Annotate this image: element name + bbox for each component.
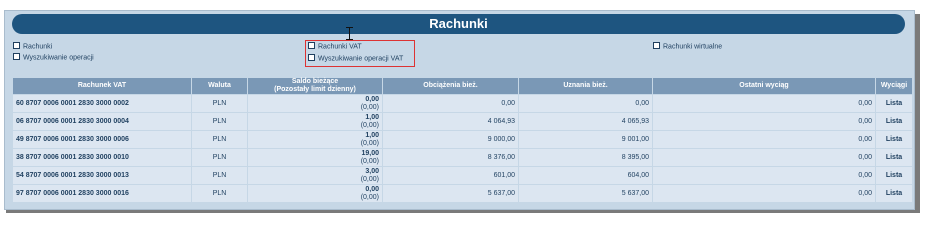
col-header-statements: Wyciągi	[876, 78, 912, 94]
col-header-balance[interactable]: Saldo bieżące (Pozostały limit dzienny)	[248, 78, 382, 94]
debits-value: 601,00	[383, 167, 518, 184]
table-row: 54 8707 0006 0001 2830 3000 0013 PLN 3,00(…	[13, 167, 912, 184]
statements-list-link[interactable]: Lista	[876, 131, 912, 148]
account-number[interactable]: 49 8707 0006 0001 2830 3000 0006	[13, 131, 191, 148]
last-statement-value: 0,00	[653, 113, 875, 130]
balance-cell: 1,00 (0,00)	[248, 131, 382, 148]
checkbox-icon	[653, 42, 660, 49]
table-row: 97 8707 0006 0001 2830 3000 0016 PLN 0,00(…	[13, 185, 912, 202]
col-header-currency[interactable]: Waluta	[192, 78, 247, 94]
daily-limit-value: (0,00)	[360, 139, 379, 147]
balance-cell: 0,00 (0,00)	[248, 185, 382, 202]
daily-limit-value: (0,00)	[360, 157, 379, 165]
table-row: 38 8707 0006 0001 2830 3000 0010 PLN 19,00…	[13, 149, 912, 166]
balance-value: 0,00	[365, 95, 379, 103]
last-statement-value: 0,00	[653, 167, 875, 184]
credits-value: 604,00	[519, 167, 652, 184]
balance-cell: 0,00 (0,00)	[248, 95, 382, 112]
checkbox-icon	[13, 53, 20, 60]
balance-value: 1,00	[365, 131, 379, 139]
currency: PLN	[192, 149, 247, 166]
balance-value: 0,00	[365, 185, 379, 193]
link-rachunki[interactable]: Rachunki	[13, 42, 53, 51]
table-row: 06 8707 0006 0001 2830 3000 0004 PLN 1,00(…	[13, 113, 912, 130]
balance-value: 1,00	[365, 113, 379, 121]
col-header-last-statement[interactable]: Ostatni wyciąg	[653, 78, 875, 94]
col-header-account[interactable]: Rachunek VAT	[13, 78, 191, 94]
table-row: 49 8707 0006 0001 2830 3000 0006 PLN 1,00(…	[13, 131, 912, 148]
account-number[interactable]: 97 8707 0006 0001 2830 3000 0016	[13, 185, 191, 202]
text-cursor-icon	[346, 27, 353, 40]
daily-limit-value: (0,00)	[360, 175, 379, 183]
last-statement-value: 0,00	[653, 95, 875, 112]
balance-cell: 19,00 (0,00)	[248, 149, 382, 166]
balance-value: 3,00	[365, 167, 379, 175]
last-statement-value: 0,00	[653, 185, 875, 202]
highlight-box	[305, 40, 415, 67]
daily-limit-value: (0,00)	[360, 103, 379, 111]
accounts-table: Rachunek VAT Waluta Saldo bieżące (Pozost…	[12, 77, 913, 203]
last-statement-value: 0,00	[653, 149, 875, 166]
debits-value: 8 376,00	[383, 149, 518, 166]
link-label: Wyszukiwanie operacji	[23, 54, 94, 62]
balance-cell: 3,00 (0,00)	[248, 167, 382, 184]
statements-list-link[interactable]: Lista	[876, 149, 912, 166]
statements-list-link[interactable]: Lista	[876, 167, 912, 184]
currency: PLN	[192, 185, 247, 202]
currency: PLN	[192, 167, 247, 184]
credits-value: 5 637,00	[519, 185, 652, 202]
credits-value: 4 065,93	[519, 113, 652, 130]
balance-value: 19,00	[361, 149, 379, 157]
table-row: 60 8707 0006 0001 2830 3000 0002 PLN 0,00(…	[13, 95, 912, 112]
debits-value: 5 637,00	[383, 185, 518, 202]
account-number[interactable]: 60 8707 0006 0001 2830 3000 0002	[13, 95, 191, 112]
daily-limit-value: (0,00)	[360, 121, 379, 129]
credits-value: 0,00	[519, 95, 652, 112]
credits-value: 8 395,00	[519, 149, 652, 166]
statements-list-link[interactable]: Lista	[876, 185, 912, 202]
link-rachunki-wirtualne[interactable]: Rachunki wirtualne	[653, 42, 723, 51]
checkbox-icon	[13, 42, 20, 49]
debits-value: 9 000,00	[383, 131, 518, 148]
link-label: Rachunki wirtualne	[663, 43, 723, 51]
account-number[interactable]: 38 8707 0006 0001 2830 3000 0010	[13, 149, 191, 166]
currency: PLN	[192, 113, 247, 130]
debits-value: 0,00	[383, 95, 518, 112]
account-number[interactable]: 54 8707 0006 0001 2830 3000 0013	[13, 167, 191, 184]
currency: PLN	[192, 131, 247, 148]
balance-header-line1: Saldo bieżące	[291, 78, 339, 85]
debits-value: 4 064,93	[383, 113, 518, 130]
col-header-credits[interactable]: Uznania bież.	[519, 78, 652, 94]
account-number[interactable]: 06 8707 0006 0001 2830 3000 0004	[13, 113, 191, 130]
link-label: Rachunki	[23, 43, 53, 51]
statements-list-link[interactable]: Lista	[876, 113, 912, 130]
balance-cell: 1,00 (0,00)	[248, 113, 382, 130]
balance-header-line2: (Pozostały limit dzienny)	[274, 86, 356, 93]
last-statement-value: 0,00	[653, 131, 875, 148]
page-title: Rachunki	[12, 14, 905, 34]
statements-list-link[interactable]: Lista	[876, 95, 912, 112]
link-wyszukiwanie-operacji[interactable]: Wyszukiwanie operacji	[13, 53, 94, 62]
col-header-debits[interactable]: Obciążenia bież.	[383, 78, 518, 94]
credits-value: 9 001,00	[519, 131, 652, 148]
currency: PLN	[192, 95, 247, 112]
daily-limit-value: (0,00)	[360, 193, 379, 201]
table-header-row: Rachunek VAT Waluta Saldo bieżące (Pozost…	[13, 78, 912, 94]
